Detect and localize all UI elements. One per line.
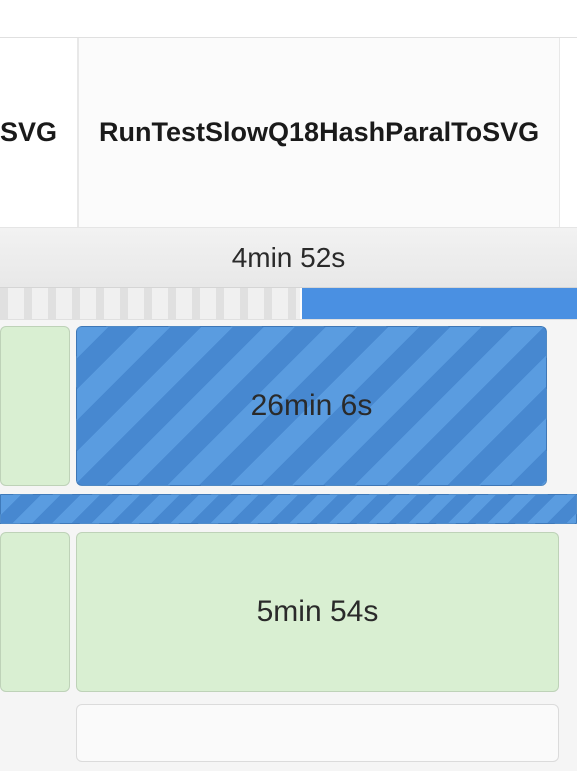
tab-active[interactable]: RunTestSlowQ18HashParalToSVG: [78, 38, 560, 227]
timeline-row: 5min 54s: [0, 526, 577, 698]
timeline-block-running[interactable]: 26min 6s: [76, 326, 547, 486]
mini-seg-blue: [302, 288, 577, 319]
tabs-row: SVG RunTestSlowQ18HashParalToSVG: [0, 38, 577, 228]
mini-timeline: [0, 288, 577, 320]
tab-next-partial[interactable]: [560, 38, 577, 227]
timeline-row: [0, 698, 577, 768]
duration-header-label: 4min 52s: [232, 242, 346, 274]
block-duration: 26min 6s: [251, 389, 373, 423]
timeline-block-partial[interactable]: [0, 326, 70, 486]
row-spacer: [0, 704, 70, 762]
timeline-block-empty[interactable]: [76, 704, 559, 762]
timeline-block-partial[interactable]: [0, 532, 70, 692]
timeline-block-success[interactable]: 5min 54s: [76, 532, 559, 692]
tab-previous-partial[interactable]: SVG: [0, 38, 78, 227]
header-spacer: [0, 0, 577, 38]
tab-label: RunTestSlowQ18HashParalToSVG: [99, 117, 539, 148]
timeline-rows: 26min 6s 5min 54s: [0, 320, 577, 768]
block-duration: 5min 54s: [257, 595, 379, 629]
thin-timeline-row: [0, 494, 577, 524]
mini-seg-gray: [0, 288, 300, 319]
thin-timeline-block[interactable]: [0, 494, 577, 524]
timeline-row: 26min 6s: [0, 320, 577, 492]
tab-label: SVG: [0, 117, 57, 148]
duration-header: 4min 52s: [0, 228, 577, 288]
